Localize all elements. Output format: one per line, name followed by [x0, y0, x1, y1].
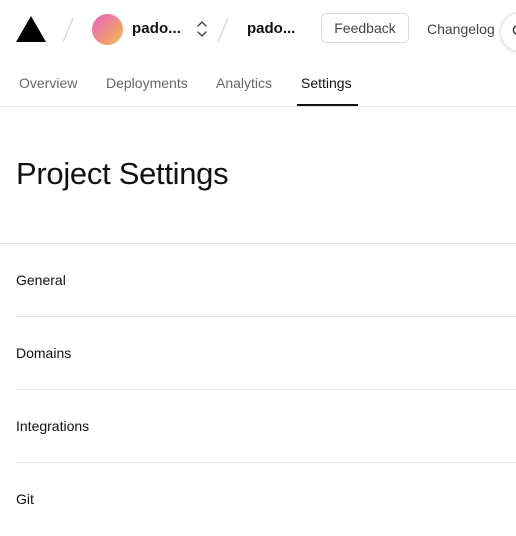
help-icon — [512, 25, 516, 35]
settings-nav-item-integrations[interactable]: Integrations — [16, 390, 516, 463]
project-name[interactable]: pado... — [247, 20, 295, 37]
breadcrumb-separator-icon — [62, 17, 74, 43]
page-title: Project Settings — [16, 156, 229, 191]
tab-settings[interactable]: Settings — [301, 75, 352, 91]
tab-deployments[interactable]: Deployments — [106, 75, 188, 91]
chevron-up-down-icon[interactable] — [196, 20, 208, 38]
settings-nav-label: General — [16, 272, 66, 288]
tab-analytics[interactable]: Analytics — [216, 75, 272, 91]
team-name[interactable]: pado... — [132, 20, 181, 37]
team-avatar[interactable] — [92, 14, 123, 45]
project-tabs: Overview Deployments Analytics Settings — [0, 60, 516, 107]
top-navigation-bar: pado... pado... Feedback Changelog — [0, 0, 516, 60]
tab-overview[interactable]: Overview — [19, 75, 77, 91]
feedback-button[interactable]: Feedback — [321, 13, 409, 43]
changelog-link[interactable]: Changelog — [427, 21, 495, 37]
settings-nav-item-general[interactable]: General — [16, 244, 516, 317]
settings-nav-item-git[interactable]: Git — [16, 463, 516, 536]
help-button[interactable] — [500, 12, 516, 52]
settings-nav-label: Integrations — [16, 418, 90, 434]
active-tab-indicator — [297, 104, 358, 106]
breadcrumb-separator-icon — [217, 17, 229, 43]
vercel-logo-icon[interactable] — [16, 16, 46, 42]
settings-nav-label: Domains — [16, 345, 72, 361]
settings-nav-label: Git — [16, 491, 34, 507]
settings-nav-item-domains[interactable]: Domains — [16, 317, 516, 390]
